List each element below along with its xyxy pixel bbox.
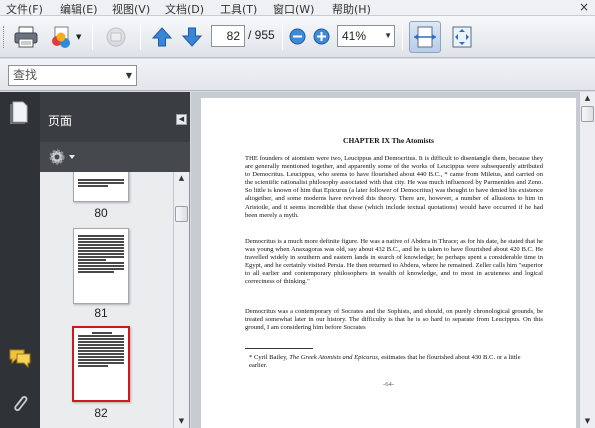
thumbnail-scrollbar[interactable]: ▲ ▼ [173, 172, 189, 428]
previous-page-button[interactable] [150, 25, 174, 49]
scrollbar-thumb[interactable] [175, 206, 188, 222]
panel-options-bar [40, 142, 190, 172]
document-view[interactable]: CHAPTER IX The Atomists THE founders of … [191, 92, 595, 428]
zoom-value: 41% [342, 29, 367, 43]
arrow-down-icon [181, 27, 203, 47]
toolbar-separator [282, 24, 283, 50]
thumbnail-list[interactable]: 80 81 82 [40, 172, 174, 428]
chevron-down-icon[interactable]: ▼ [384, 26, 392, 46]
disabled-tool-icon [106, 27, 126, 47]
gear-icon [49, 149, 75, 165]
find-toolbar: 查找 ▼ [0, 59, 595, 91]
fit-page-icon [452, 26, 472, 48]
fit-page-button[interactable] [446, 21, 478, 53]
menu-file[interactable]: 文件(F) [6, 1, 43, 17]
zoom-in-icon [313, 28, 330, 45]
thumbnail-label: 82 [94, 406, 108, 420]
comments-icon[interactable] [8, 348, 32, 371]
page-thumbnail-selected[interactable] [72, 326, 130, 402]
menu-edit[interactable]: 编辑(E) [60, 1, 98, 17]
collaborate-button[interactable] [48, 24, 74, 50]
document-scrollbar[interactable]: ▲ ▼ [579, 92, 595, 428]
scroll-down-icon[interactable]: ▼ [174, 415, 189, 428]
paragraph: Democritus was a contemporary of Socrate… [245, 308, 543, 332]
fit-width-button[interactable] [409, 21, 441, 53]
paragraph: Democritus is a much more definite figur… [245, 238, 543, 286]
paragraph: THE founders of atomism were two, Leucip… [245, 155, 543, 219]
fit-width-icon [414, 26, 436, 48]
toolbar-grip[interactable] [3, 26, 6, 48]
zoom-out-icon [289, 28, 306, 45]
menu-bar: 文件(F) 编辑(E) 视图(V) 文档(D) 工具(T) 窗口(W) 帮助(H… [0, 0, 595, 16]
toolbar-separator [140, 24, 141, 50]
options-menu-button[interactable] [48, 148, 78, 169]
page-total: / 955 [248, 28, 275, 42]
thumbnail-label: 80 [94, 206, 108, 220]
close-icon[interactable]: × [579, 0, 589, 14]
collapse-panel-button[interactable]: ◀ [176, 114, 187, 125]
toolbar-separator [92, 24, 93, 50]
scroll-up-icon[interactable]: ▲ [580, 92, 595, 105]
page-thumbnail[interactable] [73, 228, 129, 304]
panel-title: 页面 [48, 114, 73, 128]
footnote-book-title: The Greek Atomists and Epicurus [289, 354, 378, 361]
toolbar-separator [402, 24, 403, 50]
footnote-prefix: * Cyril Bailey, [249, 354, 290, 361]
main-toolbar: ▼ 82 / 955 41% ▼ [0, 16, 595, 58]
page-thumbnail[interactable] [73, 172, 129, 202]
menu-help[interactable]: 帮助(H) [332, 1, 371, 17]
thumbnail-label: 81 [94, 306, 108, 320]
scroll-down-icon[interactable]: ▼ [580, 415, 595, 428]
pages-panel: 页面 ◀ 80 81 82 ▲ ▼ [40, 92, 190, 428]
panel-header: 页面 ◀ [40, 92, 190, 142]
zoom-out-button[interactable] [289, 28, 306, 45]
share-icon [52, 26, 70, 48]
sign-button[interactable] [102, 24, 130, 50]
collaborate-dropdown-icon[interactable]: ▼ [76, 33, 81, 41]
zoom-select[interactable]: 41% ▼ [337, 25, 395, 47]
page-number: -64- [383, 381, 394, 388]
scrollbar-thumb[interactable] [581, 106, 594, 122]
arrow-up-icon [151, 27, 173, 47]
scroll-up-icon[interactable]: ▲ [174, 172, 189, 185]
footnote: * Cyril Bailey, The Greek Atomists and E… [249, 354, 539, 370]
navigation-strip [0, 92, 40, 428]
menu-view[interactable]: 视图(V) [112, 1, 150, 17]
zoom-in-button[interactable] [313, 28, 330, 45]
menu-tools[interactable]: 工具(T) [220, 1, 257, 17]
chevron-down-icon[interactable]: ▼ [126, 66, 132, 85]
document-page: CHAPTER IX The Atomists THE founders of … [201, 98, 576, 428]
next-page-button[interactable] [180, 25, 204, 49]
print-button[interactable] [12, 25, 40, 49]
chapter-title: CHAPTER IX The Atomists [343, 136, 434, 145]
menu-document[interactable]: 文档(D) [165, 1, 204, 17]
find-placeholder: 查找 [13, 68, 38, 82]
pages-icon[interactable] [9, 100, 29, 125]
menu-window[interactable]: 窗口(W) [273, 1, 314, 17]
find-input[interactable]: 查找 ▼ [8, 65, 137, 86]
attachment-icon[interactable] [10, 392, 30, 419]
footnote-rule [245, 348, 313, 349]
page-number-input[interactable]: 82 [211, 25, 245, 47]
printer-icon [14, 26, 38, 48]
